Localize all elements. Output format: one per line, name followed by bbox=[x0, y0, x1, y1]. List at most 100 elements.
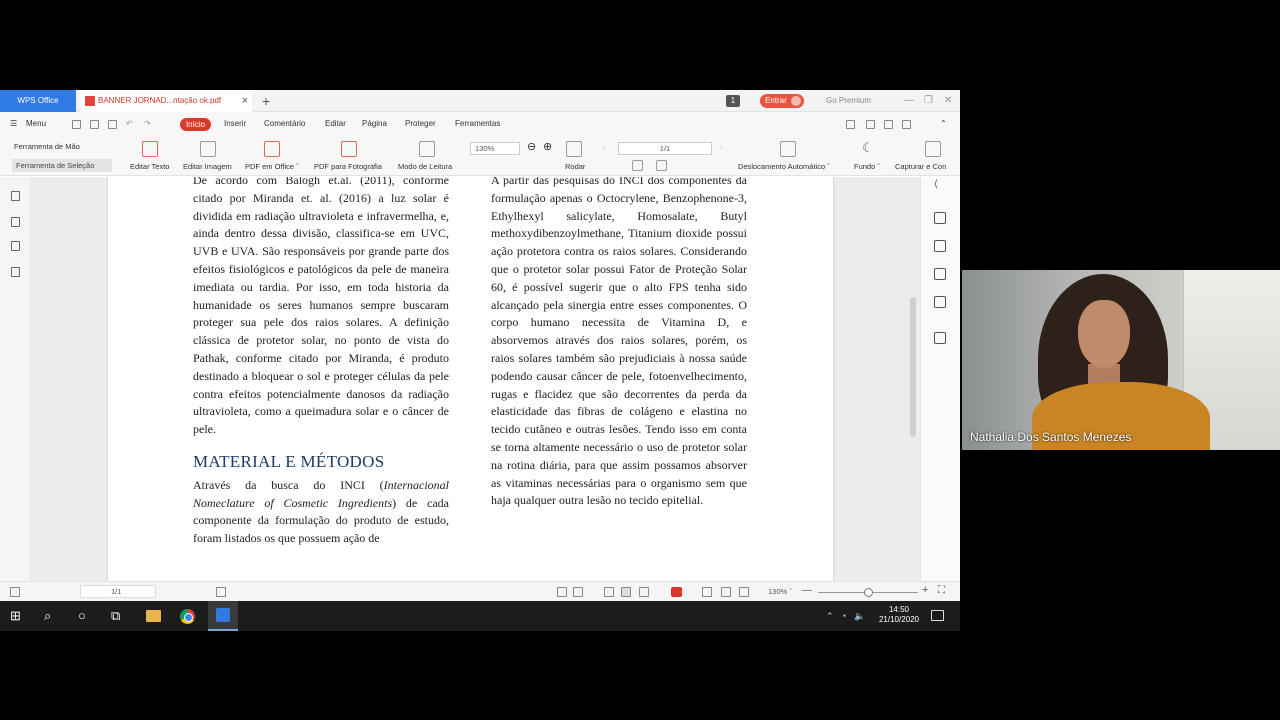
chrome-icon[interactable] bbox=[180, 609, 195, 624]
export-icon[interactable] bbox=[866, 120, 875, 129]
actual-size-icon[interactable] bbox=[721, 587, 731, 597]
open-icon[interactable] bbox=[72, 120, 81, 129]
sign-icon[interactable] bbox=[934, 296, 946, 308]
comment-icon[interactable] bbox=[902, 120, 911, 129]
menu-item-pagina[interactable]: Página bbox=[362, 112, 387, 136]
pdf-convert-icon[interactable] bbox=[934, 212, 946, 224]
notification-icon[interactable] bbox=[931, 610, 944, 621]
edit-text-label[interactable]: Editar Texto bbox=[130, 162, 169, 171]
pdf-to-office-icon[interactable] bbox=[264, 141, 280, 157]
export-pdf-icon[interactable] bbox=[934, 268, 946, 280]
status-zoom-in-icon[interactable]: + bbox=[922, 584, 928, 596]
close-tab-icon[interactable]: × bbox=[242, 90, 248, 112]
auto-scroll-label[interactable]: Deslocamento Automático ˇ bbox=[738, 162, 830, 171]
status-zoom-select[interactable]: 130% ˇ bbox=[768, 582, 792, 602]
layout-single-icon[interactable] bbox=[604, 587, 614, 597]
close-window-icon[interactable]: ✕ bbox=[944, 90, 952, 112]
pdf-to-photo-label[interactable]: PDF para Fotografia bbox=[314, 162, 382, 171]
fit-width-icon[interactable] bbox=[702, 587, 712, 597]
tab-count-badge[interactable]: 1 bbox=[726, 95, 740, 107]
menu-item-editar[interactable]: Editar bbox=[325, 112, 346, 136]
single-page-icon[interactable] bbox=[632, 160, 643, 171]
zoom-select[interactable]: 130% bbox=[470, 142, 520, 155]
moon-icon[interactable]: ☾ bbox=[862, 140, 874, 156]
pdf-to-office-label[interactable]: PDF em Office ˇ bbox=[245, 162, 299, 171]
undo-icon[interactable]: ↶ bbox=[126, 112, 133, 136]
system-tray-icons[interactable]: ⌃ ◔ 🔈 bbox=[826, 601, 865, 631]
rotate-label[interactable]: Rodar bbox=[565, 162, 585, 171]
new-tab-button[interactable]: + bbox=[262, 90, 270, 112]
login-button[interactable]: Entrar bbox=[760, 94, 804, 108]
fit-window-icon[interactable] bbox=[739, 587, 749, 597]
print-side-icon[interactable] bbox=[934, 332, 946, 344]
status-page-input[interactable]: 1/1 bbox=[80, 585, 156, 598]
title-bar: WPS Office BANNER JORNAD...ntação ok.pdf… bbox=[0, 90, 960, 112]
play-icon[interactable] bbox=[671, 587, 682, 597]
document-viewport[interactable]: De acordo com Balogh et.al. (2011), conf… bbox=[30, 177, 920, 581]
zoom-out-icon[interactable]: ⊖ bbox=[527, 140, 536, 153]
menu-item-ferramentas[interactable]: Ferramentas bbox=[455, 112, 500, 136]
reading-mode-label[interactable]: Modo de Leitura bbox=[398, 162, 452, 171]
add-page-icon[interactable] bbox=[216, 587, 226, 597]
maximize-icon[interactable]: ❐ bbox=[924, 90, 933, 112]
wps-taskbar-button[interactable] bbox=[208, 601, 238, 631]
hand-tool-button[interactable]: Ferramenta de Mão bbox=[14, 142, 80, 151]
bookmark-icon[interactable] bbox=[11, 191, 20, 201]
collapse-panel-icon[interactable]: ⟨ bbox=[934, 179, 946, 191]
background-label[interactable]: Fundo ˇ bbox=[854, 162, 880, 171]
attachment-icon[interactable] bbox=[11, 267, 20, 277]
next-page-icon[interactable]: › bbox=[720, 142, 723, 151]
layout-double-icon[interactable] bbox=[639, 587, 649, 597]
capture-icon[interactable] bbox=[925, 141, 941, 157]
reading-mode-icon[interactable] bbox=[419, 141, 435, 157]
menu-item-inicio[interactable]: Início bbox=[180, 118, 211, 131]
sidebar-toggle-icon[interactable] bbox=[10, 587, 20, 597]
edit-image-label[interactable]: Editar Imagem bbox=[183, 162, 232, 171]
cortana-icon[interactable]: ○ bbox=[78, 601, 86, 631]
two-page-icon[interactable] bbox=[656, 160, 667, 171]
edit-image-icon[interactable] bbox=[200, 141, 216, 157]
wps-office-tab[interactable]: WPS Office bbox=[0, 90, 76, 112]
thumbnail-icon[interactable] bbox=[11, 217, 20, 227]
select-tool-button[interactable]: Ferramenta de Seleção bbox=[12, 159, 112, 172]
menu-item-comentario[interactable]: Comentário bbox=[264, 112, 305, 136]
menu-item-inserir[interactable]: Inserir bbox=[224, 112, 246, 136]
minimize-icon[interactable]: — bbox=[904, 90, 914, 112]
task-view-icon[interactable]: ⧉ bbox=[111, 601, 120, 631]
print-icon[interactable] bbox=[108, 120, 117, 129]
pdf-to-photo-icon[interactable] bbox=[341, 141, 357, 157]
clock[interactable]: 14:50 21/10/2020 bbox=[878, 605, 920, 625]
document-tab[interactable]: BANNER JORNAD...ntação ok.pdf × bbox=[80, 90, 252, 112]
status-zoom-out-icon[interactable]: — bbox=[802, 585, 812, 596]
fullscreen-icon[interactable]: ⛶ bbox=[938, 585, 945, 596]
collapse-ribbon-icon[interactable]: ⌃ bbox=[940, 112, 947, 136]
menu-item-proteger[interactable]: Proteger bbox=[405, 112, 436, 136]
hamburger-icon[interactable]: ☰ bbox=[10, 112, 17, 136]
zoom-in-icon[interactable]: ⊕ bbox=[543, 140, 552, 153]
settings-icon[interactable] bbox=[884, 120, 893, 129]
eye-icon[interactable] bbox=[573, 587, 583, 597]
edit-text-icon[interactable] bbox=[142, 141, 158, 157]
rotate-icon[interactable] bbox=[566, 141, 582, 157]
capture-label[interactable]: Capturar e Con bbox=[895, 162, 946, 171]
status-bar: 1/1 130% ˇ — + ⛶ bbox=[0, 581, 960, 601]
previous-page-icon[interactable]: ‹ bbox=[603, 142, 606, 151]
page-number-input[interactable]: 1/1 bbox=[618, 142, 712, 155]
scrollbar-thumb[interactable] bbox=[910, 297, 916, 437]
menu-button[interactable]: Menu bbox=[26, 112, 46, 136]
pdf-file-icon bbox=[85, 96, 95, 106]
annotation-icon[interactable] bbox=[11, 241, 20, 251]
auto-scroll-icon[interactable] bbox=[780, 141, 796, 157]
zoom-slider-handle[interactable] bbox=[864, 588, 873, 597]
share-icon[interactable] bbox=[846, 120, 855, 129]
layout-continuous-icon[interactable] bbox=[621, 587, 631, 597]
save-icon[interactable] bbox=[90, 120, 99, 129]
windows-start-icon[interactable]: ⊞ bbox=[10, 601, 21, 631]
go-premium-link[interactable]: Go Premium bbox=[826, 90, 871, 112]
fit-page-icon[interactable] bbox=[557, 587, 567, 597]
redo-icon[interactable]: ↷ bbox=[144, 112, 151, 136]
file-explorer-icon[interactable] bbox=[146, 610, 161, 622]
intro-paragraph: De acordo com Balogh et.al. (2011), conf… bbox=[193, 177, 449, 437]
edit-icon[interactable] bbox=[934, 240, 946, 252]
search-icon[interactable]: ⌕ bbox=[44, 601, 51, 631]
